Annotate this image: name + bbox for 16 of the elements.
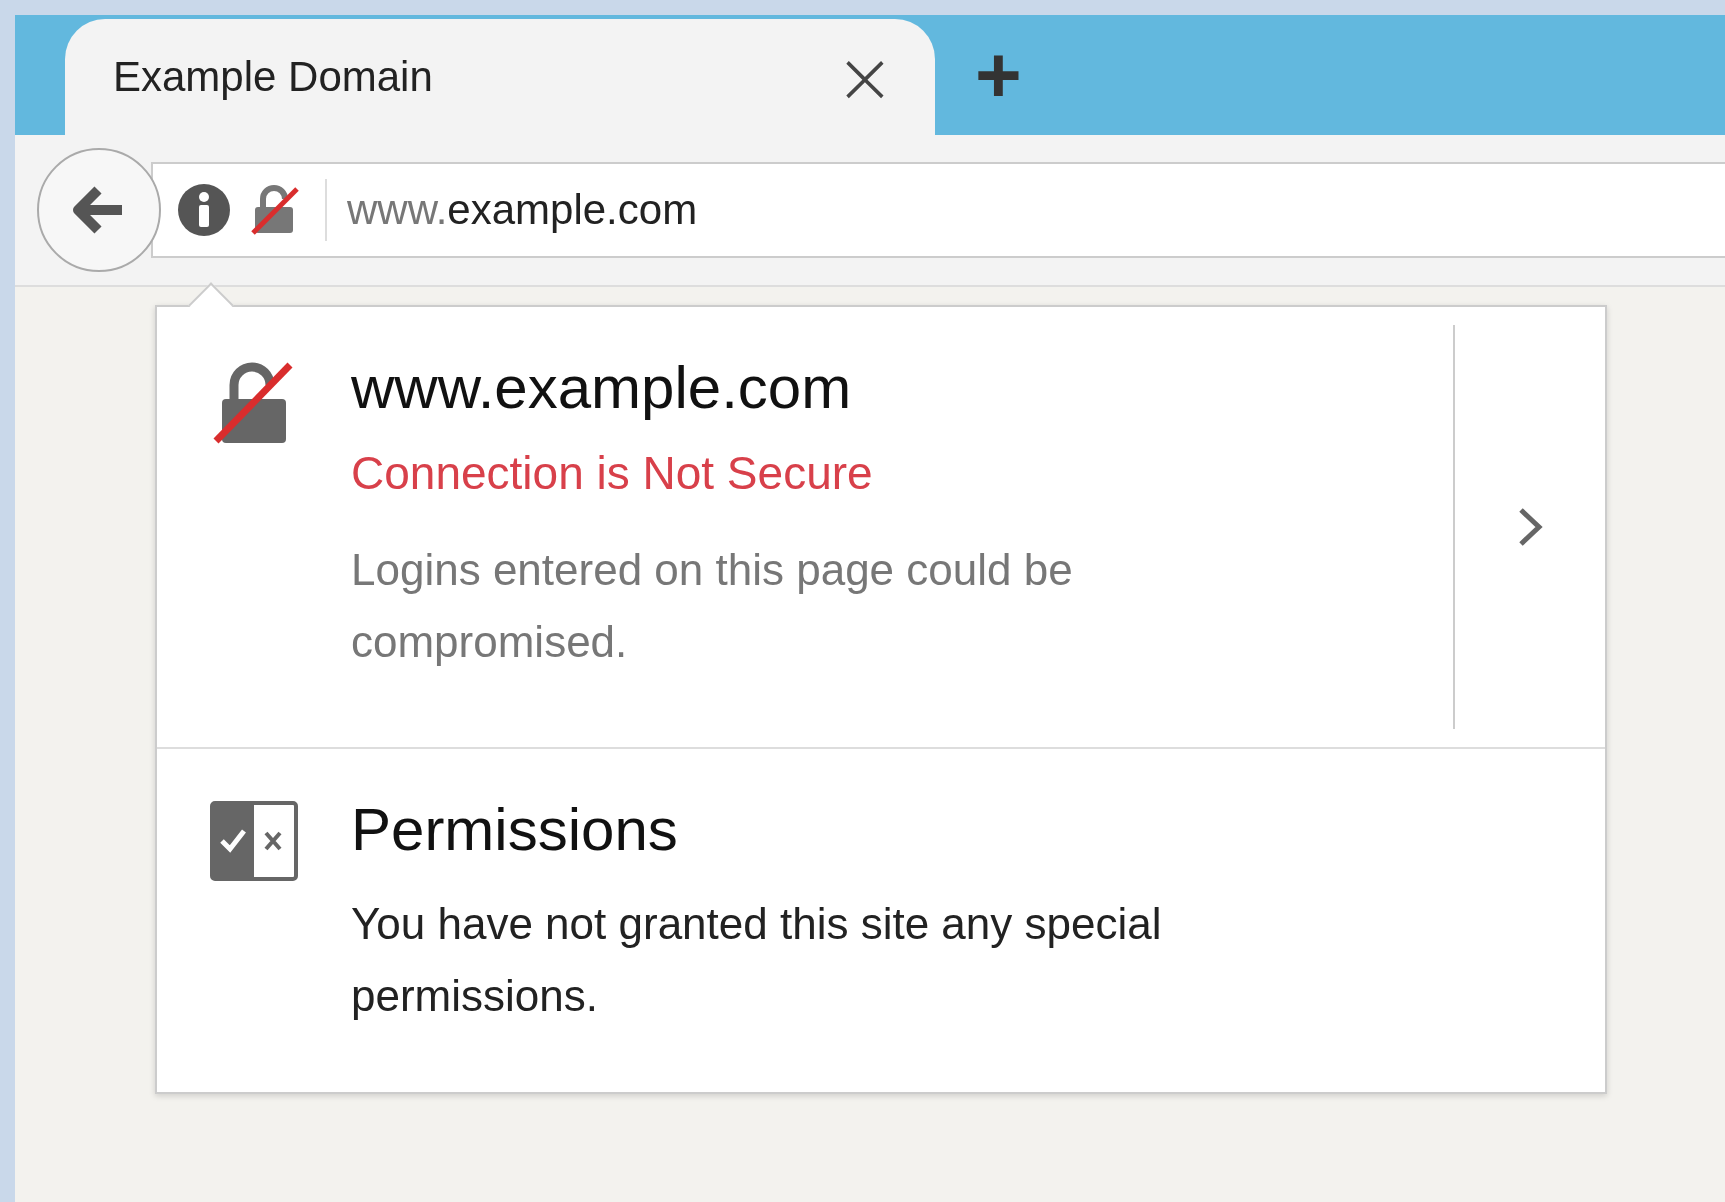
browser-tab[interactable]: Example Domain × [65,19,935,135]
permissions-title: Permissions [351,795,679,864]
permissions-description: You have not granted this site any special permissions. [351,898,1163,1022]
info-icon[interactable] [177,183,231,237]
url-prefix: www. [347,186,448,234]
new-tab-button[interactable]: + [935,35,1022,115]
tab-title: Example Domain [113,53,433,101]
security-description: Logins entered on this page could be compromised. [351,544,1074,668]
permissions-icon [210,801,298,881]
url-host: example.com [447,186,698,234]
chevron-right-icon [1517,506,1543,548]
close-tab-button[interactable]: × [834,41,895,113]
site-host: www.example.com [351,353,853,422]
broken-lock-icon[interactable] [249,185,301,235]
address-bar[interactable]: www.example.com [151,162,1725,258]
connection-status: Connection is Not Secure [351,446,874,500]
